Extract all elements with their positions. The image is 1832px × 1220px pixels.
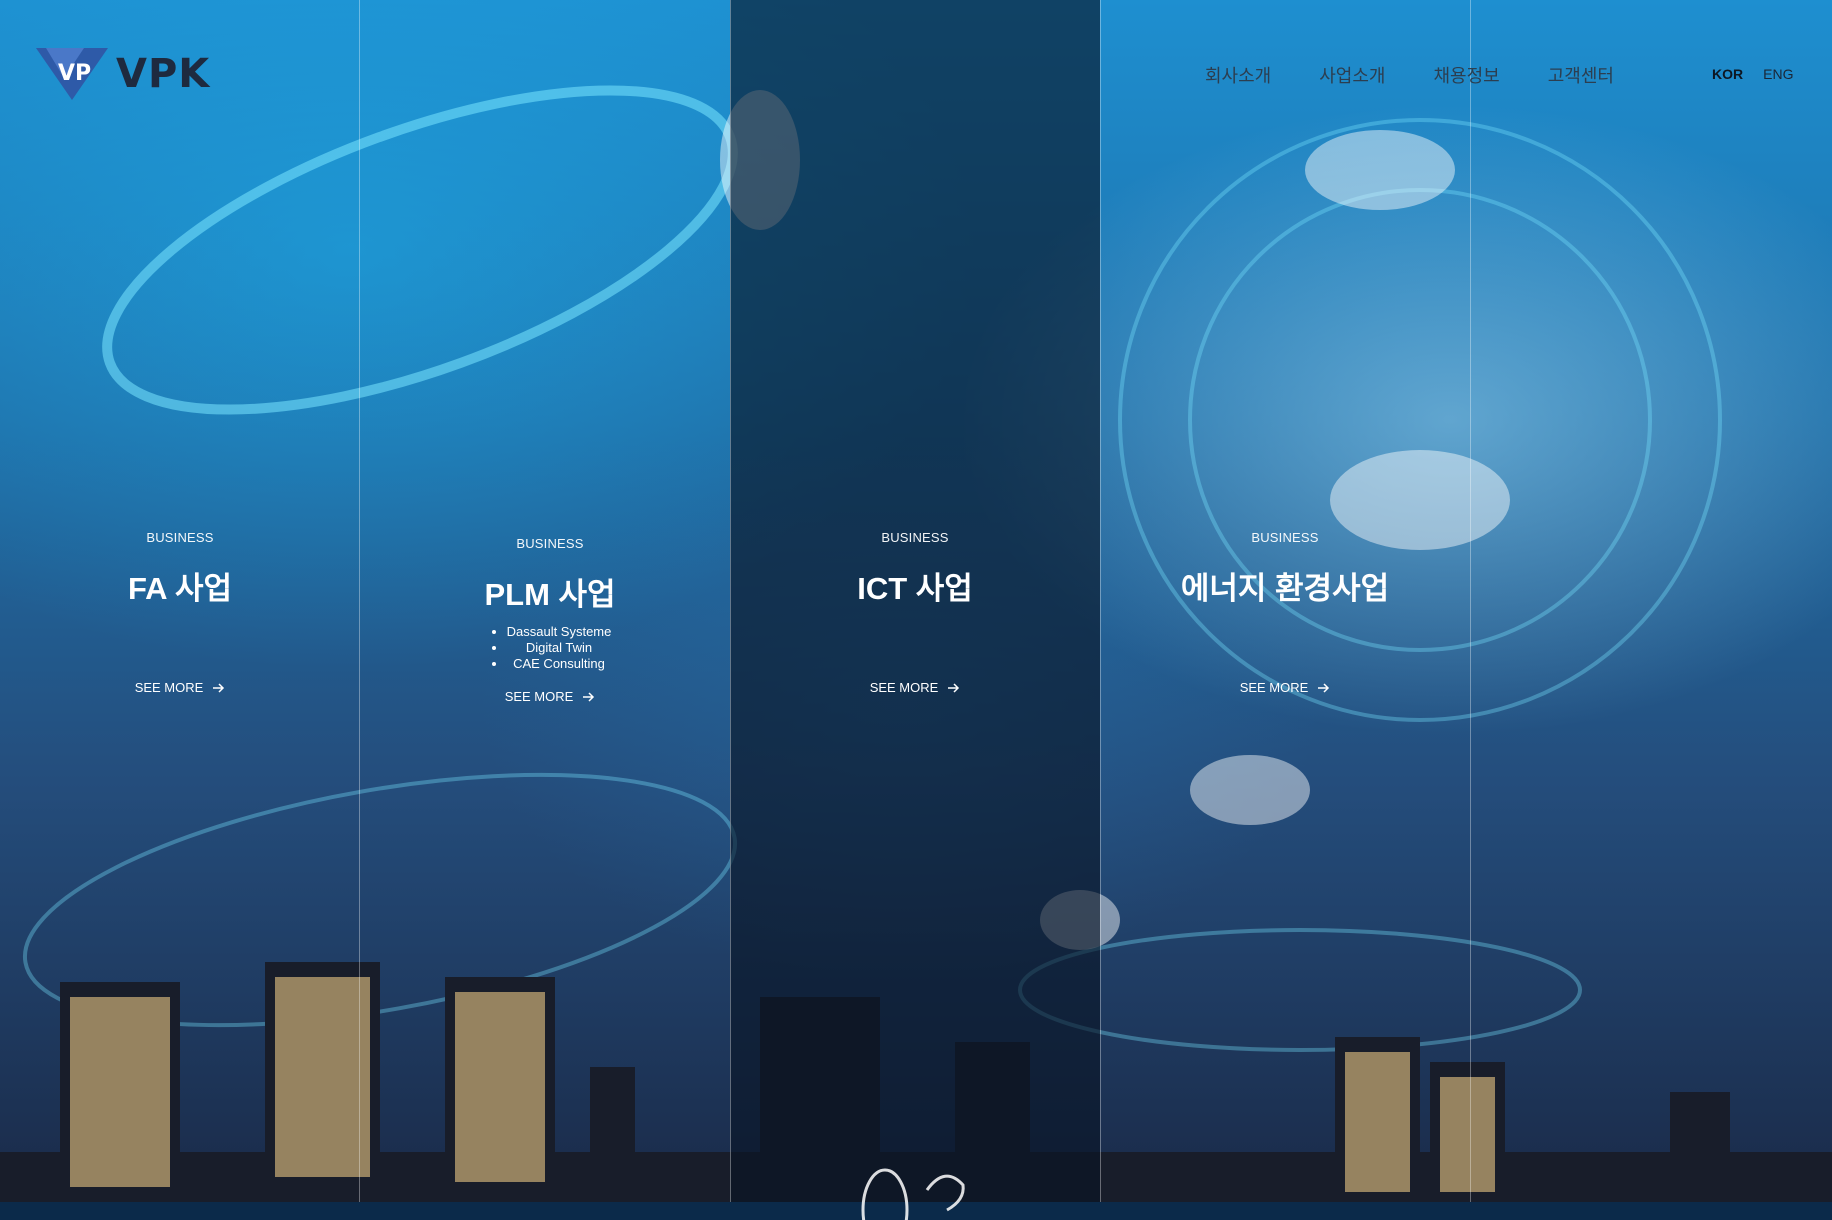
language-switcher: KOR ENG	[1712, 66, 1793, 82]
lang-kor[interactable]: KOR	[1712, 66, 1743, 82]
svg-text:VP: VP	[58, 61, 91, 86]
panel-kicker: BUSINESS	[1251, 530, 1319, 545]
panel-title: ICT 사업	[857, 571, 973, 606]
see-more-label: SEE MORE	[869, 680, 939, 695]
list-item: CAE Consulting	[507, 656, 612, 672]
column-divider	[1470, 0, 1471, 1202]
slide-counter-graphic	[861, 1168, 965, 1220]
nav-item-careers[interactable]: 채용정보	[1434, 62, 1500, 88]
brand-name: VPK	[116, 51, 211, 97]
main-nav: 회사소개 사업소개 채용정보 고객센터	[1205, 62, 1614, 88]
vpk-logo[interactable]: VP VPK	[36, 48, 210, 100]
panel-fa: BUSINESS FA 사업 SEE MORE	[0, 530, 360, 697]
see-more-button[interactable]: SEE MORE	[135, 680, 226, 695]
nav-item-business[interactable]: 사업소개	[1319, 62, 1385, 88]
list-item: Dassault Systeme	[507, 624, 612, 640]
vp-logo-icon: VP	[36, 48, 108, 100]
see-more-button[interactable]: SEE MORE	[1240, 680, 1331, 695]
column-divider	[730, 0, 731, 1202]
nav-item-company[interactable]: 회사소개	[1205, 62, 1271, 88]
lang-eng[interactable]: ENG	[1763, 66, 1793, 82]
panel-kicker: BUSINESS	[516, 536, 584, 551]
arrow-right-icon	[213, 682, 225, 693]
see-more-label: SEE MORE	[134, 680, 204, 695]
plm-item-list: Dassault Systeme Digital Twin CAE Consul…	[489, 624, 612, 672]
panel-title: 에너지 환경사업	[1180, 571, 1390, 606]
see-more-label: SEE MORE	[504, 689, 574, 704]
panel-title: PLM 사업	[484, 577, 616, 612]
list-item: Digital Twin	[507, 640, 612, 656]
nav-item-support[interactable]: 고객센터	[1548, 62, 1614, 88]
panel-plm: BUSINESS PLM 사업 Dassault Systeme Digital…	[370, 536, 730, 706]
panel-ict: BUSINESS ICT 사업 SEE MORE	[735, 530, 1095, 697]
see-more-button[interactable]: SEE MORE	[505, 689, 596, 704]
panel-kicker: BUSINESS	[881, 530, 949, 545]
arrow-right-icon	[948, 682, 960, 693]
arrow-right-icon	[583, 691, 595, 702]
site-header: VP VPK 회사소개 사업소개 채용정보 고객센터 KOR ENG	[0, 0, 1832, 150]
column-divider	[1100, 0, 1101, 1202]
see-more-label: SEE MORE	[1239, 680, 1309, 695]
panel-title: FA 사업	[127, 571, 233, 606]
panel-kicker: BUSINESS	[146, 530, 214, 545]
panel-energy: BUSINESS 에너지 환경사업 SEE MORE	[1105, 530, 1465, 697]
see-more-button[interactable]: SEE MORE	[870, 680, 961, 695]
arrow-right-icon	[1318, 682, 1330, 693]
